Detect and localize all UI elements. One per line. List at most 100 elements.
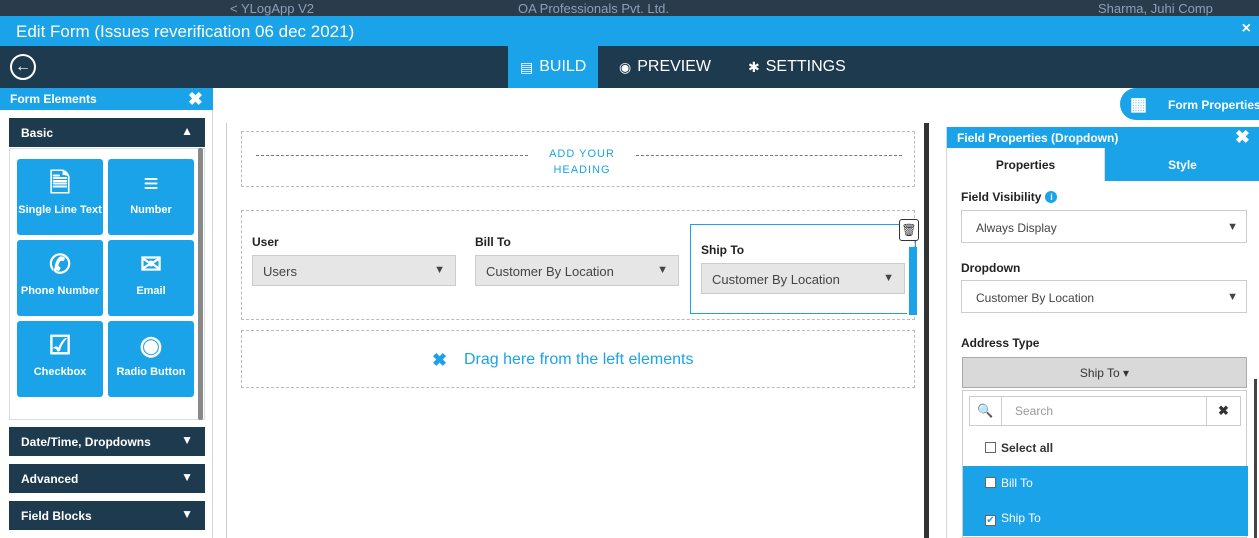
close-panel-icon[interactable]: ✖ (188, 89, 203, 110)
field-label-ship-to: Ship To (701, 243, 745, 257)
form-properties-button[interactable]: ▦ Form Properties (1120, 88, 1259, 120)
chevron-down-icon: ▼ (883, 272, 894, 284)
back-arrow-icon[interactable]: ← (10, 54, 36, 80)
gear-icon: ✱ (748, 58, 760, 75)
dropdown-source-value: Customer By Location (976, 291, 1095, 305)
checkbox-checked-icon[interactable]: ✔ (985, 515, 996, 526)
option-bill-to-label: Bill To (1001, 476, 1033, 490)
element-label: Single Line Text (18, 204, 102, 216)
info-icon[interactable]: i (1045, 191, 1058, 203)
field-visibility-label: Field Visibility i (961, 190, 1058, 204)
element-label: Email (136, 285, 166, 297)
element-checkbox[interactable]: ☑ Checkbox (17, 321, 103, 397)
tab-preview[interactable]: ◉ PREVIEW (607, 46, 723, 88)
chevron-down-icon: ▼ (657, 264, 668, 276)
search-input[interactable] (1003, 397, 1203, 425)
element-number[interactable]: ≡ Number (108, 159, 194, 235)
tab-properties[interactable]: Properties (947, 148, 1105, 181)
selected-field-ship-to[interactable]: Ship To Customer By Location ▼ 🗑 (690, 219, 919, 315)
form-properties-label: Form Properties (1168, 98, 1259, 112)
field-properties-panel: Field Properties (Dropdown) ✖ Properties… (946, 127, 1259, 538)
form-canvas: ADD YOUR HEADING User Users ▼ Bill To Cu… (226, 123, 929, 538)
checkbox-icon[interactable] (985, 477, 996, 488)
move-arrows-icon: ✖ (432, 350, 448, 370)
address-type-multiselect[interactable]: Ship To ▾ (962, 357, 1247, 388)
bill-to-dropdown-value: Customer By Location (486, 264, 614, 279)
element-radio-button[interactable]: ◉ Radio Button (108, 321, 194, 397)
envelope-icon: ✉ (140, 249, 162, 279)
element-label: Checkbox (33, 366, 87, 378)
element-single-line-text[interactable]: 🗎 Single Line Text (17, 159, 103, 235)
user-dropdown-value: Users (263, 264, 297, 279)
builder-nav-bar: ← ▤ BUILD ◉ PREVIEW ✱ SETTINGS (0, 46, 1259, 88)
left-panel-scrollbar[interactable] (198, 148, 203, 420)
address-type-menu: 🔍 ✖ Select all Bill To ✔ Ship To (962, 390, 1248, 538)
radio-icon: ◉ (139, 330, 163, 360)
select-all-option[interactable]: Select all (963, 431, 1248, 466)
element-label: Radio Button (116, 366, 186, 378)
tab-style[interactable]: Style (1105, 148, 1259, 181)
section-basic-label: Basic (21, 126, 54, 140)
heading-drop-zone[interactable]: ADD YOUR HEADING (241, 131, 915, 187)
form-elements-title: Form Elements (10, 92, 97, 106)
option-bill-to[interactable]: Bill To (963, 466, 1248, 501)
background-app-name: < YLogApp V2 (230, 1, 314, 16)
document-icon: 🗎 (49, 168, 71, 198)
field-label-bill-to: Bill To (475, 235, 511, 249)
form-properties-icon: ▦ (1130, 94, 1148, 114)
basic-elements-list: 🗎 Single Line Text ≡ Number ✆ Phone Numb… (9, 148, 205, 420)
phone-icon: ✆ (49, 249, 71, 279)
tab-settings[interactable]: ✱ SETTINGS (736, 46, 858, 88)
section-advanced[interactable]: Advanced ▼ (9, 464, 205, 493)
section-date-time-dropdowns[interactable]: Date/Time, Dropdowns ▼ (9, 427, 205, 456)
panel-scrollbar[interactable] (1254, 379, 1257, 538)
section-field-blocks-label: Field Blocks (21, 509, 92, 523)
close-modal-button[interactable]: × (1242, 20, 1251, 38)
heading-divider-right (636, 155, 902, 156)
form-row: User Users ▼ Bill To Customer By Locatio… (241, 210, 919, 320)
background-user-name: Sharma, Juhi Comp (1098, 1, 1213, 16)
form-elements-header: Form Elements ✖ (0, 88, 213, 110)
section-basic[interactable]: Basic ▲ (9, 118, 205, 147)
chevron-down-icon: ▼ (1227, 291, 1238, 303)
chevron-down-icon: ▼ (1227, 221, 1238, 233)
address-type-label: Address Type (961, 336, 1040, 350)
search-icon: 🔍 (970, 397, 1002, 425)
field-visibility-value: Always Display (976, 221, 1057, 235)
chevron-down-icon: ▼ (434, 264, 445, 276)
option-ship-to-label: Ship To (1001, 511, 1041, 525)
chevron-down-icon: ▼ (181, 433, 193, 447)
chevron-up-icon: ▲ (181, 124, 193, 138)
form-elements-panel: Form Elements ✖ Basic ▲ 🗎 Single Line Te… (0, 88, 213, 538)
section-field-blocks[interactable]: Field Blocks ▼ (9, 501, 205, 530)
bill-to-dropdown[interactable]: Customer By Location ▼ (475, 255, 679, 286)
dropdown-label: Dropdown (961, 261, 1021, 275)
tab-build[interactable]: ▤ BUILD (508, 46, 599, 88)
heading-placeholder[interactable]: ADD YOUR HEADING (532, 146, 632, 178)
tab-preview-label: PREVIEW (637, 58, 712, 75)
field-visibility-select[interactable]: Always Display ▼ (961, 210, 1247, 243)
ship-to-dropdown[interactable]: Customer By Location ▼ (701, 263, 905, 294)
eye-icon: ◉ (619, 58, 632, 75)
background-company-name: OA Professionals Pvt. Ltd. (518, 1, 670, 16)
field-visibility-label-text: Field Visibility (961, 190, 1042, 204)
trash-icon[interactable]: 🗑 (899, 219, 919, 241)
field-properties-header: Field Properties (Dropdown) ✖ (947, 127, 1259, 148)
dropdown-source-select[interactable]: Customer By Location ▼ (961, 280, 1247, 313)
field-properties-title: Field Properties (Dropdown) (957, 131, 1119, 145)
option-ship-to[interactable]: ✔ Ship To (963, 501, 1248, 536)
clear-search-icon[interactable]: ✖ (1206, 397, 1240, 425)
modal-title: Edit Form (Issues reverification 06 dec … (16, 22, 355, 41)
close-panel-icon[interactable]: ✖ (1235, 127, 1250, 148)
user-dropdown[interactable]: Users ▼ (252, 255, 456, 286)
field-resize-handle[interactable] (907, 247, 917, 315)
element-email[interactable]: ✉ Email (108, 240, 194, 316)
element-phone-number[interactable]: ✆ Phone Number (17, 240, 103, 316)
drop-zone[interactable]: ✖ Drag here from the left elements (241, 330, 915, 388)
drop-hint-text: Drag here from the left elements (464, 351, 694, 368)
section-advanced-label: Advanced (21, 472, 79, 486)
section-date-time-label: Date/Time, Dropdowns (21, 435, 151, 449)
heading-divider-left (256, 155, 528, 156)
address-type-search: 🔍 ✖ (969, 396, 1241, 426)
checkbox-icon[interactable] (985, 442, 996, 453)
